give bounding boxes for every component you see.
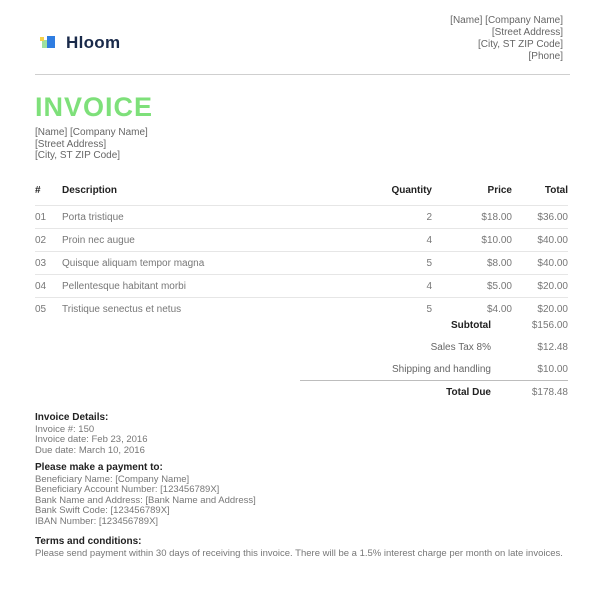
terms-heading: Terms and conditions: bbox=[35, 536, 142, 547]
tax-label: Sales Tax 8% bbox=[430, 341, 491, 353]
logo-text: Hloom bbox=[66, 33, 121, 52]
invoice-details-section: Invoice Details: Invoice #: 150 Invoice … bbox=[35, 412, 565, 456]
row-quantity: 2 bbox=[352, 205, 452, 229]
payment-section: Please make a payment to: Beneficiary Na… bbox=[35, 462, 565, 527]
payment-line: Beneficiary Account Number: [123456789X] bbox=[35, 484, 220, 495]
company-name-line: [Name] [Company Name] bbox=[450, 15, 563, 26]
row-description: Proin nec augue bbox=[62, 228, 352, 252]
row-number: 05 bbox=[35, 297, 62, 320]
subtotal-row: Subtotal $156.00 bbox=[300, 314, 568, 336]
row-quantity: 5 bbox=[352, 251, 452, 275]
table-row: 03 Quisque aliquam tempor magna 5 $8.00 … bbox=[35, 251, 568, 275]
company-address-block: [Name] [Company Name] [Street Address] [… bbox=[450, 15, 563, 63]
table-row: 04 Pellentesque habitant morbi 4 $5.00 $… bbox=[35, 274, 568, 298]
row-price: $8.00 bbox=[452, 251, 524, 275]
invoice-title: INVOICE bbox=[35, 92, 154, 122]
row-description: Quisque aliquam tempor magna bbox=[62, 251, 352, 275]
row-price: $18.00 bbox=[452, 205, 524, 229]
hloom-logo: Hloom bbox=[40, 33, 120, 53]
row-number: 02 bbox=[35, 228, 62, 252]
total-due-row: Total Due $178.48 bbox=[300, 380, 568, 403]
row-price: $5.00 bbox=[452, 274, 524, 298]
company-phone-line: [Phone] bbox=[528, 51, 563, 62]
invoice-items-table: # Description Quantity Price Total 01 Po… bbox=[35, 185, 568, 320]
row-total: $40.00 bbox=[524, 228, 568, 252]
table-header-row: # Description Quantity Price Total bbox=[35, 185, 568, 206]
row-description: Porta tristique bbox=[62, 205, 352, 229]
total-due-label: Total Due bbox=[446, 386, 491, 398]
payment-line: Bank Swift Code: [123456789X] bbox=[35, 505, 170, 516]
tax-value: $12.48 bbox=[537, 341, 568, 353]
header-quantity: Quantity bbox=[391, 185, 432, 196]
terms-text: Please send payment within 30 days of re… bbox=[35, 547, 563, 559]
header-total: Total bbox=[544, 185, 568, 196]
header-divider bbox=[35, 74, 570, 75]
terms-section: Terms and conditions: Please send paymen… bbox=[35, 536, 565, 559]
subtotal-value: $156.00 bbox=[531, 319, 568, 331]
row-number: 01 bbox=[35, 205, 62, 229]
row-price: $10.00 bbox=[452, 228, 524, 252]
row-description: Pellentesque habitant morbi bbox=[62, 274, 352, 298]
tax-row: Sales Tax 8% $12.48 bbox=[300, 336, 568, 358]
hloom-logo-mark bbox=[40, 35, 62, 51]
totals-summary: Subtotal $156.00 Sales Tax 8% $12.48 Shi… bbox=[300, 314, 568, 403]
total-due-value: $178.48 bbox=[531, 386, 568, 398]
payment-line: IBAN Number: [123456789X] bbox=[35, 515, 159, 527]
row-number: 03 bbox=[35, 251, 62, 275]
row-total: $40.00 bbox=[524, 251, 568, 275]
client-address-block: [Name] [Company Name] [Street Address] [… bbox=[35, 127, 148, 162]
row-quantity: 4 bbox=[352, 228, 452, 252]
client-street-line: [Street Address] bbox=[35, 138, 107, 150]
shipping-value: $10.00 bbox=[537, 363, 568, 375]
table-row: 02 Proin nec augue 4 $10.00 $40.00 bbox=[35, 228, 568, 252]
header-description: Description bbox=[62, 185, 118, 196]
row-quantity: 4 bbox=[352, 274, 452, 298]
subtotal-label: Subtotal bbox=[451, 319, 491, 331]
row-total: $36.00 bbox=[524, 205, 568, 229]
row-number: 04 bbox=[35, 274, 62, 298]
company-street-line: [Street Address] bbox=[491, 27, 563, 38]
invoice-date: Invoice date: Feb 23, 2016 bbox=[35, 434, 148, 445]
payment-heading: Please make a payment to: bbox=[35, 462, 163, 473]
client-name-line: [Name] [Company Name] bbox=[35, 127, 148, 138]
company-city-line: [City, ST ZIP Code] bbox=[477, 39, 563, 50]
shipping-label: Shipping and handling bbox=[392, 363, 491, 375]
header-price: Price bbox=[487, 185, 512, 196]
header-number: # bbox=[35, 185, 41, 196]
client-city-line: [City, ST ZIP Code] bbox=[35, 150, 121, 161]
shipping-row: Shipping and handling $10.00 bbox=[300, 358, 568, 380]
table-row: 01 Porta tristique 2 $18.00 $36.00 bbox=[35, 205, 568, 229]
invoice-due-date: Due date: March 10, 2016 bbox=[35, 444, 145, 456]
row-total: $20.00 bbox=[524, 274, 568, 298]
invoice-details-heading: Invoice Details: bbox=[35, 412, 109, 423]
